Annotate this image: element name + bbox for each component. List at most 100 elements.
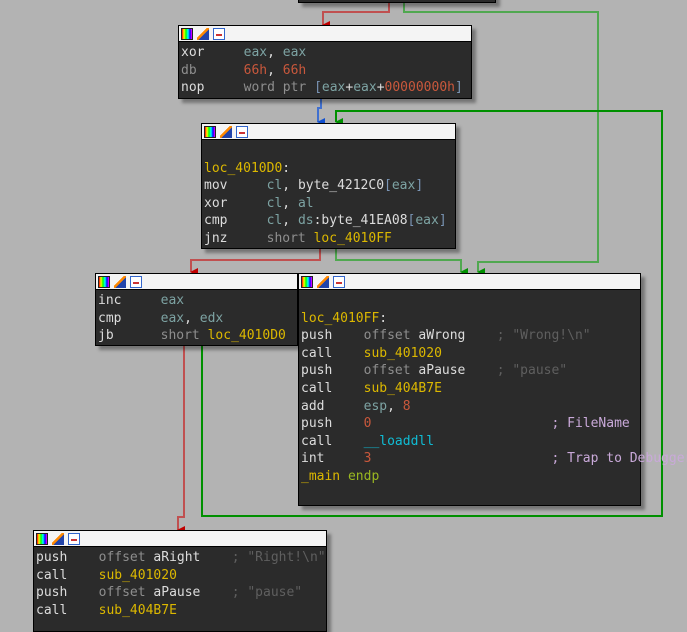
asm-line [301,292,638,310]
color-palette-icon[interactable] [301,275,313,288]
asm-token-reg: eax [282,45,307,60]
block-code: xor eax, eax db 66h, 66h nop word ptr [eax… [179,42,471,99]
asm-token-mnem: call [301,380,364,396]
asm-token-name[interactable]: loc_4010FF [301,311,379,326]
graph-view-icon[interactable] [236,125,248,138]
asm-token-imp[interactable]: __loaddll [364,434,434,449]
asm-token-reg: edx [199,310,224,326]
asm-token-mnem: push [36,585,99,601]
asm-token-mnem: cmp [98,310,161,326]
asm-token-mnem: push [301,363,364,379]
asm-token-kw: offset [98,550,154,565]
asm-line: call sub_404B7E [36,602,324,620]
asm-line: mov cl, byte_4212C0[eax] [204,177,453,195]
edge-top-to-xor [322,0,390,29]
asm-token-mnem: push [301,328,364,344]
asm-token-mnem-db: db [181,62,244,78]
asm-token-name[interactable]: sub_404B7E [364,381,442,396]
asm-line: int 3 ; Trap to Debugger [301,450,687,468]
asm-line [204,142,453,160]
asm-token-cmt: ; "Right!\n" [200,550,326,565]
edit-pencil-icon[interactable] [114,275,126,288]
asm-line: push offset aPause ; "pause" [301,362,638,380]
asm-token-mnem: call [36,567,99,583]
asm-line: inc eax [98,292,295,310]
asm-line: xor cl, al [204,195,453,213]
asm-token-plain: , [267,62,283,78]
asm-token-dname[interactable]: aWrong [418,328,465,343]
asm-token-dname[interactable]: byte_41EA08 [321,213,407,228]
code-block-inc[interactable]: inc eax cmp eax, edx jb short loc_4010D0 [95,273,298,346]
asm-token-dname[interactable]: byte_4212C0 [298,178,384,193]
asm-token-mnem: int [301,451,364,467]
asm-token-name[interactable]: loc_4010D0 [204,161,282,176]
asm-token-mnem: nop [181,80,244,96]
asm-line: loc_4010D0: [204,160,453,178]
asm-token-name[interactable]: sub_401020 [364,346,442,361]
asm-line: loc_4010FF: [301,310,638,328]
asm-token-plain: + [376,80,385,96]
graph-view-icon[interactable] [130,275,142,288]
asm-token-mnem: add [301,398,364,414]
graph-view-icon[interactable] [68,532,80,545]
asm-line: xor eax, eax [181,44,469,62]
asm-token-mnem: xor [181,45,244,60]
edge-loop-to-wrong [335,248,468,276]
asm-token-reg: ds [297,213,314,229]
block-code: loc_4010D0: mov cl, byte_4212C0[eax] xor c… [202,140,455,250]
asm-token-kw: offset [363,328,419,344]
asm-token-dname[interactable]: aRight [153,550,200,565]
asm-token-num: 66h [282,62,307,78]
asm-line: nop word ptr [eax+eax+00000000h] [181,79,469,97]
edge-loop-to-inc [190,248,321,276]
asm-token-name[interactable]: loc_4010D0 [208,328,286,343]
asm-line: _main endp [301,468,638,486]
asm-token-brk: ] [454,80,463,96]
code-block-right[interactable]: push offset aRight ; "Right!\n" call sub_… [33,530,327,632]
asm-token-reg: eax [243,45,268,60]
asm-token-dname[interactable]: aPause [153,585,200,600]
asm-token-reg: eax [415,213,439,229]
asm-line: cmp cl, ds:byte_41EA08[eax] [204,212,453,230]
asm-token-endp: endp [340,468,380,484]
asm-token-mnem: xor [204,195,267,211]
asm-token-name[interactable]: _main [301,469,340,484]
asm-token-name[interactable]: sub_401020 [99,568,177,583]
asm-token-reg: eax [321,80,346,96]
code-block-top[interactable] [298,0,496,3]
block-code: loc_4010FF: push offset aWrong ; "Wrong!\… [299,290,687,488]
asm-token-cmt2: ; FileName [371,416,630,432]
block-header [96,274,297,290]
asm-token-num: 66h [243,62,268,78]
graph-view-icon[interactable] [333,275,345,288]
edit-pencil-icon[interactable] [220,125,232,138]
block-header [299,274,640,290]
asm-token-plain: , [387,398,403,414]
asm-token-dname[interactable]: aPause [418,363,465,378]
edge-inc-to-right [177,345,185,534]
asm-token-name[interactable]: loc_4010FF [314,231,392,246]
color-palette-icon[interactable] [204,125,216,138]
asm-token-plain: , [282,178,298,194]
asm-line: push offset aWrong ; "Wrong!\n" [301,327,638,345]
asm-token-plain: , [184,310,200,326]
code-block-loc-4010FF[interactable]: loc_4010FF: push offset aWrong ; "Wrong!\… [298,273,687,506]
graph-view-icon[interactable] [213,27,225,40]
asm-line: call sub_404B7E [301,380,638,398]
asm-token-reg: cl [266,178,283,194]
code-block-loc-4010D0[interactable]: loc_4010D0: mov cl, byte_4212C0[eax] xor c… [201,123,456,249]
edit-pencil-icon[interactable] [197,27,209,40]
asm-token-name[interactable]: sub_404B7E [99,603,177,618]
asm-token-mnem: call [301,433,364,449]
asm-token-cmt: ; "pause" [200,585,303,601]
color-palette-icon[interactable] [181,27,193,40]
asm-token-mnem: jb [98,328,161,344]
color-palette-icon[interactable] [36,532,48,545]
edit-pencil-icon[interactable] [317,275,329,288]
color-palette-icon[interactable] [98,275,110,288]
edit-pencil-icon[interactable] [52,532,64,545]
asm-token-mnem: push [301,416,364,432]
asm-token-plain: : [282,160,291,176]
code-block-xor[interactable]: xor eax, eax db 66h, 66h nop word ptr [eax… [178,25,472,99]
asm-token-mnem: call [36,602,99,618]
